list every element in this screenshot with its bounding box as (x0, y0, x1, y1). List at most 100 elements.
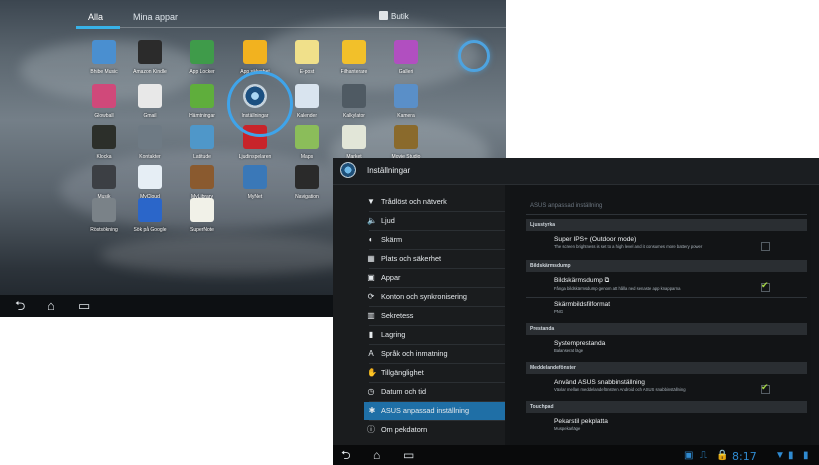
app-label: Latitude (193, 154, 211, 160)
settings-menu-icon: ⓘ (367, 425, 375, 434)
usb-notification-icon[interactable]: ⎍ (700, 450, 707, 461)
settings-menu-label: Sekretess (381, 311, 414, 320)
setting-row[interactable]: Använd ASUS snabbinställning Växlar mella… (554, 379, 774, 392)
app-kindle[interactable]: Amazon Kindle (122, 40, 178, 75)
settings-menu-item[interactable]: A Språk och inmatning (368, 345, 507, 363)
recent-apps-icon[interactable]: ▭ (403, 447, 414, 463)
app-movie-studio[interactable]: Movie Studio (378, 125, 434, 160)
tab-all[interactable]: Alla (88, 12, 103, 22)
music-app-icon (92, 40, 116, 64)
app-supernote[interactable]: SuperNote (174, 198, 230, 233)
setting-row[interactable]: Bildskärmsdump ⧉ Fånga bildskärmsdump gen… (554, 277, 774, 291)
calendar-icon (295, 84, 319, 108)
market-icon (342, 125, 366, 149)
movie-studio-icon (394, 125, 418, 149)
section-title: Touchpad (530, 404, 554, 410)
calculator-icon (342, 84, 366, 108)
settings-menu-icon: ◷ (367, 387, 375, 396)
settings-menu-icon: ▥ (367, 311, 375, 320)
settings-menu-item[interactable]: ▮ Lagring (369, 326, 507, 344)
voice-search-icon (92, 198, 116, 222)
app-latitude[interactable]: Latitude (174, 125, 230, 160)
settings-menu-item[interactable]: ◐ Skärm (369, 231, 507, 249)
app-mycloud[interactable]: MyCloud (122, 165, 178, 200)
setting-title: Använd ASUS snabbinställning (554, 379, 645, 386)
app-gmail[interactable]: Gmail (122, 84, 178, 119)
app-label: Filhanterare (340, 69, 368, 75)
settings-menu-label: Appar (381, 273, 401, 282)
setting-title: Pekarstil pekplatta (554, 418, 608, 425)
settings-menu-item[interactable]: ◷ Datum och tid (367, 383, 507, 401)
navigation-icon (295, 165, 319, 189)
settings-menu-item[interactable]: ✋ Tillgänglighet (367, 364, 507, 382)
screenshot-notification-icon[interactable]: ▣ (684, 450, 693, 461)
settings-menu-label: ASUS anpassad inställning (381, 406, 470, 415)
setting-summary: The screen brightness is set to a high l… (554, 244, 703, 249)
setting-checkbox[interactable] (761, 280, 770, 292)
settings-menu-label: Tillgänglighet (381, 368, 424, 377)
home-icon[interactable]: ⌂ (47, 298, 55, 314)
settings-menu-icon: ⟳ (367, 292, 375, 301)
settings-menu-label: Om pekdatorn (381, 425, 428, 434)
battery-icon[interactable]: ▮ (803, 450, 809, 461)
tab-selection-indicator (76, 26, 120, 29)
settings-menu-item[interactable]: ⓘ Om pekdatorn (367, 421, 507, 439)
settings-menu-icon: ▦ (367, 254, 375, 263)
home-ring-icon[interactable] (458, 40, 490, 72)
settings-app-icon[interactable] (340, 162, 356, 178)
setting-row[interactable]: Super IPS+ (Outdoor mode) The screen brig… (554, 236, 774, 249)
setting-row[interactable]: Skärmbildsfilformat PNG (554, 301, 774, 314)
signal-icon[interactable]: ▮ (788, 450, 794, 461)
maps-icon (295, 125, 319, 149)
setting-row[interactable]: Pekarstil pekplatta Muspekarläge (554, 418, 774, 431)
google-search-icon (138, 198, 162, 222)
app-google-search[interactable]: Sök på Google (122, 198, 178, 233)
settings-menu-item[interactable]: ✱ ASUS anpassad inställning (364, 402, 505, 420)
lock-icon[interactable]: 🔒 (716, 450, 728, 461)
app-calculator[interactable]: Kalkylator (326, 84, 382, 119)
setting-checkbox[interactable] (761, 242, 770, 251)
settings-menu-label: Skärm (381, 235, 403, 244)
setting-row[interactable]: Systemprestanda Balanserat läge (554, 340, 774, 353)
app-contacts[interactable]: Kontakter (122, 125, 178, 160)
settings-menu-item[interactable]: 🔈 Ljud (367, 212, 507, 230)
supernote-icon (190, 198, 214, 222)
tab-divider (76, 27, 506, 28)
app-label: Kontakter (139, 154, 161, 160)
settings-menu-item[interactable]: ▥ Sekretess (367, 307, 507, 325)
settings-title-bar: Inställningar (333, 158, 819, 185)
recent-apps-icon[interactable]: ▭ (78, 298, 90, 314)
app-mylibrary[interactable]: MyLibrary (174, 165, 230, 200)
section-title: Ljusstyrka (530, 222, 556, 228)
app-file-manager[interactable]: Filhanterare (326, 40, 382, 75)
app-app-backup[interactable]: App säkerhet (227, 40, 283, 75)
settings-menu-icon: 🔈 (367, 216, 377, 225)
app-camera[interactable]: Kamera (378, 84, 434, 119)
store-link[interactable]: Butik (391, 12, 409, 21)
setting-summary: Fånga bildskärmsdump genom att hålla ned… (554, 286, 681, 291)
settings-menu-item[interactable]: ▦ Plats och säkerhet (367, 250, 507, 268)
setting-title: Systemprestanda (554, 340, 606, 347)
settings-menu-label: Trådlöst och nätverk (381, 197, 447, 206)
status-clock[interactable]: 8:17 (732, 450, 757, 463)
shopping-bag-icon[interactable] (379, 11, 388, 20)
app-app-locker[interactable]: App Locker (174, 40, 230, 75)
settings-menu-item[interactable]: ▼ Trådlöst och nätverk (367, 193, 507, 211)
app-gallery[interactable]: Galleri (378, 40, 434, 75)
tab-my-apps[interactable]: Mina appar (133, 12, 178, 22)
settings-menu-item[interactable]: ⟳ Konton och synkronisering (367, 288, 507, 306)
back-icon[interactable]: ⮌ (15, 298, 25, 314)
settings-menu-icon: ▮ (368, 330, 374, 339)
app-market[interactable]: Market (326, 125, 382, 160)
home-icon[interactable]: ⌂ (373, 447, 380, 463)
setting-checkbox[interactable] (761, 382, 770, 394)
gmail-icon (138, 84, 162, 108)
row-divider (526, 297, 807, 298)
back-icon[interactable]: ⮌ (341, 447, 351, 463)
app-mynet[interactable]: MyNet (227, 165, 283, 200)
settings-menu-item[interactable]: ▣ Appar (367, 269, 507, 287)
app-label: Galleri (398, 69, 414, 75)
settings-menu-label: Ljud (381, 216, 395, 225)
wifi-icon[interactable]: ▼ (775, 450, 785, 461)
app-download[interactable]: Hämtningar (174, 84, 230, 119)
